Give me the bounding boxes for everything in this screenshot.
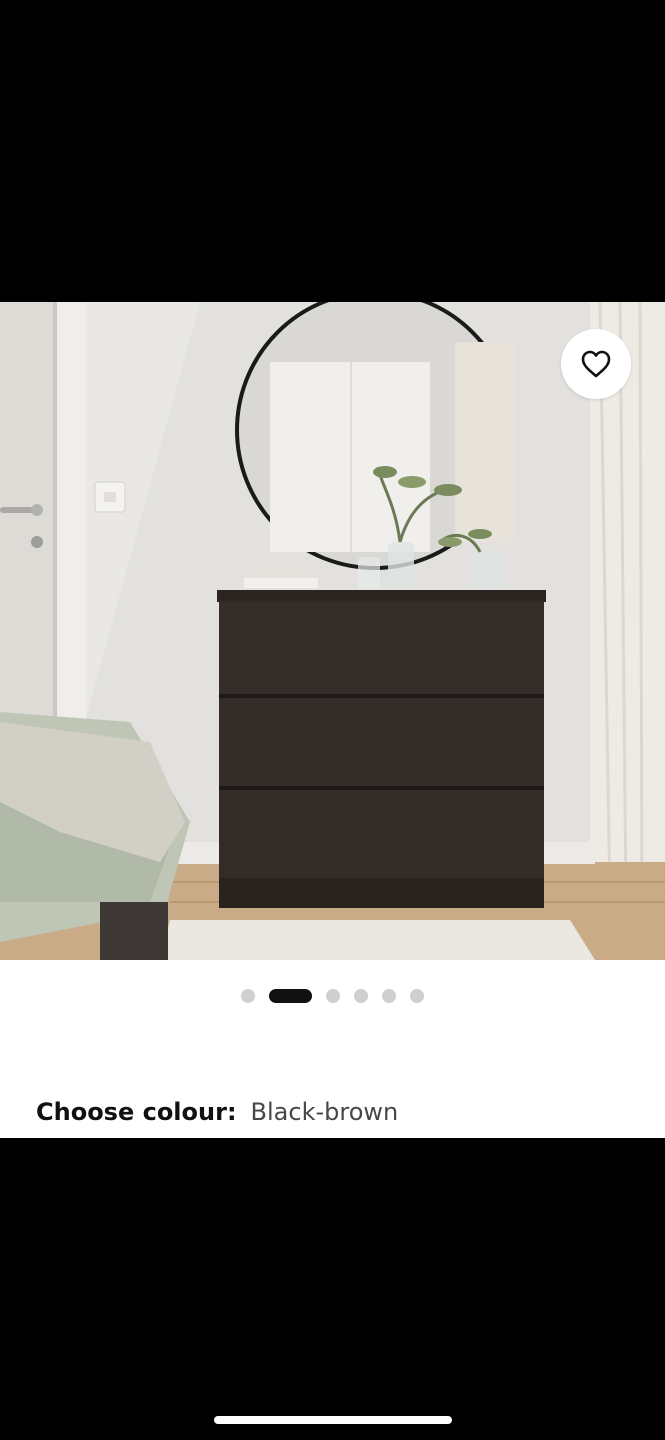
colour-label: Choose colour:	[36, 1098, 237, 1126]
colour-value: Black-brown	[250, 1098, 399, 1126]
home-indicator[interactable]	[214, 1416, 452, 1424]
carousel-dot-2-active[interactable]	[269, 989, 312, 1003]
carousel-dot-4[interactable]	[354, 989, 368, 1003]
carousel-dot-1[interactable]	[241, 989, 255, 1003]
carousel-dot-5[interactable]	[382, 989, 396, 1003]
bottom-letterbox	[0, 1138, 665, 1440]
app-screen: Choose colour: Black-brown	[0, 0, 665, 1440]
heart-outline-icon	[581, 350, 611, 378]
product-photo-illustration	[0, 302, 665, 960]
colour-selector[interactable]: Choose colour: Black-brown	[36, 1098, 398, 1132]
product-content: Choose colour: Black-brown	[0, 302, 665, 1138]
product-image[interactable]	[0, 302, 665, 960]
carousel-indicator	[0, 989, 665, 1003]
favourite-button[interactable]	[561, 329, 631, 399]
carousel-dot-6[interactable]	[410, 989, 424, 1003]
carousel-dot-3[interactable]	[326, 989, 340, 1003]
top-letterbox	[0, 0, 665, 302]
